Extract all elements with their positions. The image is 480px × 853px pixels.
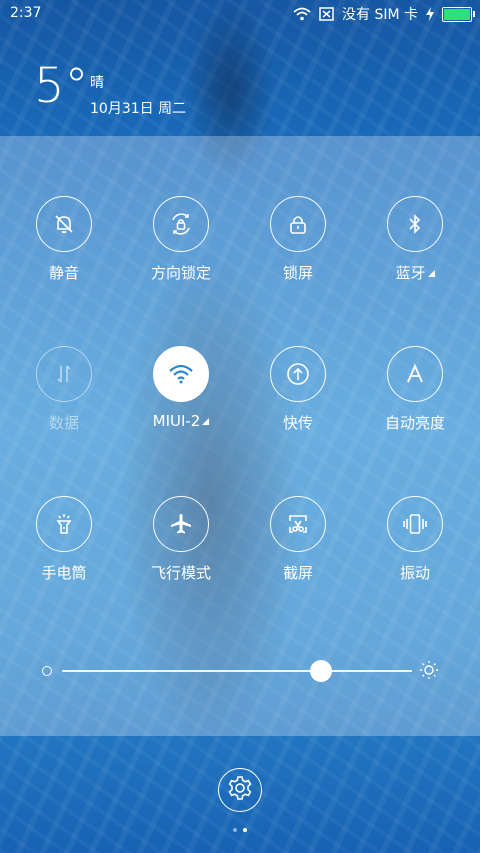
vibrate-icon — [387, 496, 443, 552]
battery-fill — [444, 8, 470, 20]
weather-info: 晴 10月31日 周二 — [90, 72, 186, 118]
battery-icon — [442, 6, 475, 22]
weather-condition: 晴 — [90, 75, 104, 91]
tile-vibrate[interactable]: 振动 — [360, 496, 470, 583]
tile-lock-screen[interactable]: 锁屏 — [243, 196, 353, 283]
more-options-icon — [427, 270, 435, 277]
wifi-icon — [293, 7, 311, 21]
gear-icon — [226, 774, 254, 806]
status-time: 2:37 — [10, 5, 42, 21]
tile-label: 蓝牙 — [395, 264, 426, 282]
tile-flashlight[interactable]: 手电筒 — [9, 496, 119, 583]
tile-bluetooth[interactable]: 蓝牙 — [360, 196, 470, 283]
tile-label-with-more: MIUI-2 — [126, 412, 236, 430]
tile-airplane-mode[interactable]: 飞行模式 — [126, 496, 236, 583]
tile-quick-transfer[interactable]: 快传 — [243, 346, 353, 433]
status-bar: 2:37 没有 SIM 卡 — [0, 0, 480, 28]
tile-label: MIUI-2 — [152, 412, 201, 430]
tile-label: 手电筒 — [41, 564, 87, 582]
tile-label: 振动 — [399, 564, 430, 582]
quick-transfer-icon — [270, 346, 326, 402]
tile-label: 数据 — [48, 414, 79, 432]
screenshot-icon — [270, 496, 326, 552]
tile-label: 静音 — [48, 264, 79, 282]
tile-label: 快传 — [282, 414, 313, 432]
page-dot — [233, 828, 237, 832]
weather-widget[interactable]: 5° 晴 10月31日 周二 — [34, 62, 186, 117]
tile-label: 自动亮度 — [384, 414, 445, 432]
tile-wifi[interactable]: MIUI-2 — [126, 346, 236, 430]
bell-off-icon — [36, 196, 92, 252]
tile-rotation-lock[interactable]: 方向锁定 — [126, 196, 236, 283]
no-sim-icon — [319, 7, 334, 21]
more-options-icon — [202, 418, 210, 425]
brightness-track[interactable] — [62, 660, 412, 682]
brightness-high-icon — [418, 659, 440, 685]
page-dot — [243, 828, 247, 832]
tile-label: 截屏 — [282, 564, 313, 582]
tile-label: 飞行模式 — [150, 564, 211, 582]
tile-auto-brightness[interactable]: 自动亮度 — [360, 346, 470, 433]
lock-icon — [270, 196, 326, 252]
weather-date: 10月31日 周二 — [90, 101, 187, 117]
tile-label: 锁屏 — [282, 264, 313, 282]
status-icons: 没有 SIM 卡 — [293, 4, 475, 24]
mobile-data-icon — [36, 346, 92, 402]
brightness-low-icon — [42, 666, 52, 676]
tile-mute[interactable]: 静音 — [9, 196, 119, 283]
tile-mobile-data[interactable]: 数据 — [9, 346, 119, 433]
airplane-icon — [153, 496, 209, 552]
flashlight-icon — [36, 496, 92, 552]
settings-button[interactable] — [218, 768, 262, 812]
brightness-thumb[interactable] — [310, 660, 332, 682]
tile-screenshot[interactable]: 截屏 — [243, 496, 353, 583]
charging-icon — [426, 7, 434, 21]
brightness-slider[interactable] — [40, 657, 440, 685]
auto-brightness-icon — [387, 346, 443, 402]
wifi-icon — [153, 346, 209, 402]
page-indicator — [0, 828, 480, 832]
tile-label: 方向锁定 — [150, 264, 211, 282]
bluetooth-icon — [387, 196, 443, 252]
tile-label-with-more: 蓝牙 — [360, 262, 470, 283]
carrier-text: 没有 SIM 卡 — [342, 7, 418, 23]
temperature: 5° — [34, 58, 89, 114]
rotation-lock-icon — [153, 196, 209, 252]
